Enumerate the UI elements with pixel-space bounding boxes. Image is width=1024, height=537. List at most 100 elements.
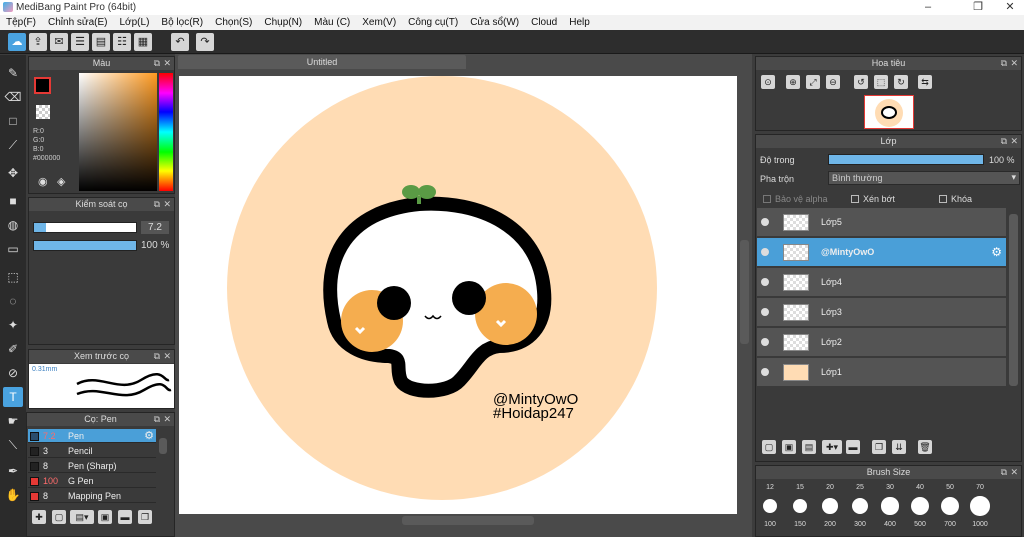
layer-opacity-slider[interactable] — [828, 154, 984, 165]
brush-tool-icon[interactable]: ✎ — [3, 63, 23, 83]
duplicate-layer-icon[interactable]: ❐ — [872, 440, 886, 454]
eraser-tool-icon[interactable]: ⌫ — [3, 87, 23, 107]
layer-row[interactable]: Lớp3 — [757, 298, 1006, 327]
hand-tool-icon[interactable]: ✋ — [3, 485, 23, 505]
panel-close-icon[interactable]: ✕ — [1010, 135, 1018, 148]
panel-close-icon[interactable]: ✕ — [1010, 466, 1018, 479]
layer-row[interactable]: Lớp1 — [757, 358, 1006, 387]
brush-item-pen[interactable]: 7.2 Pen ⚙ — [28, 429, 156, 443]
brush-size-preset[interactable] — [970, 496, 990, 516]
fill-rect-tool-icon[interactable]: ■ — [3, 191, 23, 211]
panel-close-icon[interactable]: ✕ — [163, 413, 171, 426]
brush-opacity-slider[interactable] — [33, 240, 137, 251]
layer-folder-icon[interactable]: ▬ — [846, 440, 860, 454]
line-tool-icon[interactable]: ⟋ — [3, 135, 23, 155]
flip-icon[interactable]: ⇆ — [918, 75, 932, 89]
undo-icon[interactable]: ↶ — [171, 33, 189, 51]
menu-filter[interactable]: Bộ lọc(R) — [155, 15, 209, 30]
menu-window[interactable]: Cửa sổ(W) — [464, 15, 525, 30]
rotate-left-icon[interactable]: ↺ — [854, 75, 868, 89]
menu-tools[interactable]: Công cụ(T) — [402, 15, 464, 30]
gradient-tool-icon[interactable]: ▭ — [3, 239, 23, 259]
minimize-icon[interactable]: – — [914, 0, 942, 15]
rotate-right-icon[interactable]: ↻ — [894, 75, 908, 89]
navigator-thumbnail[interactable] — [864, 95, 914, 129]
text-tool-icon[interactable]: T — [3, 387, 23, 407]
redo-icon[interactable]: ↷ — [196, 33, 214, 51]
expand-icon[interactable]: ⧉ — [154, 198, 160, 211]
lock-checkbox[interactable] — [939, 195, 947, 203]
brush-settings-icon[interactable]: ⚙ — [144, 429, 154, 443]
brush-size-preset[interactable] — [881, 497, 899, 515]
brush-size-value[interactable]: 7.2 — [141, 221, 169, 234]
menu-snap[interactable]: Chụp(N) — [258, 15, 308, 30]
menu-view[interactable]: Xem(V) — [356, 15, 402, 30]
eye-icon[interactable] — [761, 338, 769, 346]
color-set-icon[interactable]: ◈ — [57, 175, 65, 188]
delete-layer-icon[interactable]: 🗑 — [918, 440, 932, 454]
brush-size-slider[interactable] — [33, 222, 137, 233]
eye-icon[interactable] — [761, 308, 769, 316]
cloud-icon[interactable]: ☁ — [8, 33, 26, 51]
chat-icon[interactable]: ☰ — [71, 33, 89, 51]
menu-color[interactable]: Màu (C) — [308, 15, 356, 30]
lasso-tool-icon[interactable]: ◌ — [3, 291, 23, 311]
layer-row[interactable]: Lớp2 — [757, 328, 1006, 357]
menu-file[interactable]: Tệp(F) — [0, 15, 42, 30]
zoom-fit-icon[interactable]: ⊙ — [761, 75, 775, 89]
eye-icon[interactable] — [761, 368, 769, 376]
select-rect-tool-icon[interactable]: ⬚ — [3, 267, 23, 287]
panel-close-icon[interactable]: ✕ — [1010, 57, 1018, 70]
close-icon[interactable]: ✕ — [996, 0, 1024, 15]
add-layer-menu-icon[interactable]: ✚▾ — [822, 440, 842, 454]
clipping-checkbox[interactable] — [851, 195, 859, 203]
expand-icon[interactable]: ⧉ — [154, 57, 160, 70]
panel-close-icon[interactable]: ✕ — [163, 350, 171, 363]
new-8bit-layer-icon[interactable]: ▤ — [802, 440, 816, 454]
add-brush-icon[interactable]: ✚ — [32, 510, 46, 524]
protect-alpha-checkbox[interactable] — [763, 195, 771, 203]
expand-icon[interactable]: ⧉ — [1001, 466, 1007, 479]
panel-close-icon[interactable]: ✕ — [163, 198, 171, 211]
layer-settings-icon[interactable]: ⚙ — [991, 245, 1002, 259]
layer-row[interactable]: Lớp5 — [757, 208, 1006, 237]
new-halftone-layer-icon[interactable]: ▣ — [782, 440, 796, 454]
brush-list-scrollbar[interactable] — [159, 438, 167, 454]
primary-color-swatch[interactable] — [34, 77, 51, 94]
expand-icon[interactable]: ⧉ — [1001, 135, 1007, 148]
palette-icon[interactable]: ◉ — [38, 175, 48, 188]
expand-icon[interactable]: ⧉ — [154, 350, 160, 363]
merge-layer-icon[interactable]: ⇊ — [892, 440, 906, 454]
brush-item-g-pen[interactable]: 100 G Pen — [28, 474, 156, 488]
layer-row-selected[interactable]: @MintyOwO ⚙ — [757, 238, 1006, 267]
comment-icon[interactable]: ✉ — [50, 33, 68, 51]
brush-size-preset[interactable] — [822, 498, 838, 514]
magic-wand-icon[interactable]: ✦ — [3, 315, 23, 335]
reset-view-icon[interactable]: ⬚ — [874, 75, 888, 89]
menu-help[interactable]: Help — [563, 15, 596, 30]
list-icon[interactable]: ☷ — [113, 33, 131, 51]
select-pen-icon[interactable]: ✐ — [3, 339, 23, 359]
divide-tool-icon[interactable]: ⟍ — [3, 435, 23, 455]
expand-icon[interactable]: ⧉ — [1001, 57, 1007, 70]
brush-edit-icon[interactable]: ▣ — [98, 510, 112, 524]
upload-icon[interactable]: ⇪ — [29, 33, 47, 51]
canvas-vertical-scrollbar[interactable] — [740, 240, 749, 344]
brush-item-mapping-pen[interactable]: 8 Mapping Pen — [28, 489, 156, 503]
eye-icon[interactable] — [761, 278, 769, 286]
select-eraser-icon[interactable]: ⊘ — [3, 363, 23, 383]
canvas-horizontal-scrollbar[interactable] — [402, 516, 534, 525]
brush-size-preset[interactable] — [911, 497, 929, 515]
bucket-tool-icon[interactable]: ◍ — [3, 215, 23, 235]
layer-row[interactable]: Lớp4 — [757, 268, 1006, 297]
blend-mode-select[interactable]: Bình thường ▾ — [828, 171, 1020, 185]
hue-slider[interactable] — [159, 73, 173, 191]
brush-folder-icon[interactable]: ▬ — [118, 510, 132, 524]
operation-tool-icon[interactable]: ☛ — [3, 411, 23, 431]
menu-layer[interactable]: Lớp(L) — [114, 15, 156, 30]
brush-menu-icon[interactable]: ▤▾ — [70, 510, 94, 524]
brush-size-preset[interactable] — [763, 499, 777, 513]
restore-icon[interactable]: ❐ — [964, 0, 992, 15]
brush-copy-icon[interactable]: ❐ — [138, 510, 152, 524]
new-brush-icon[interactable]: ▢ — [52, 510, 66, 524]
